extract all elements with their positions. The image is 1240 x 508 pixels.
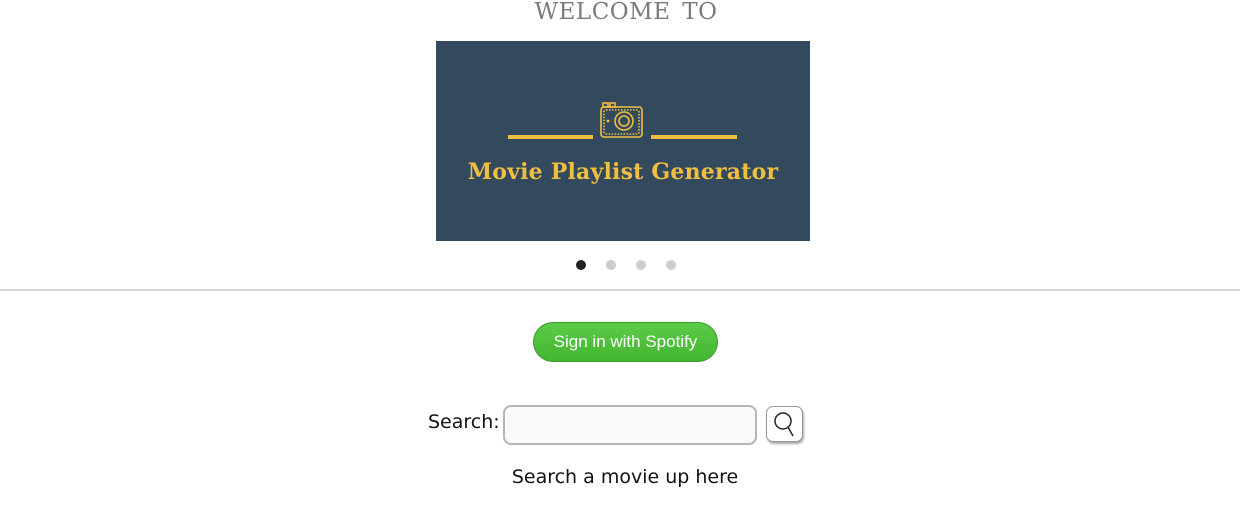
search-label: Search: [428, 411, 500, 433]
search-button[interactable] [766, 406, 803, 442]
spotify-signin-button[interactable]: Sign in with Spotify [533, 322, 718, 362]
search-hint: Search a movie up here [511, 466, 739, 488]
carousel-dot-4[interactable] [666, 260, 676, 270]
banner-title: Movie Playlist Generator [467, 159, 779, 185]
carousel-dot-1[interactable] [576, 260, 586, 270]
page: WELCOME TO Movie Playlist Generator Sign… [0, 0, 1240, 508]
camera-icon [508, 102, 737, 139]
section-divider [0, 289, 1240, 291]
carousel-dot-2[interactable] [606, 260, 616, 270]
carousel-banner: Movie Playlist Generator [436, 41, 810, 241]
welcome-heading: WELCOME TO [534, 0, 718, 25]
search-input[interactable] [503, 405, 757, 445]
carousel-dot-3[interactable] [636, 260, 646, 270]
search-icon [774, 412, 794, 437]
